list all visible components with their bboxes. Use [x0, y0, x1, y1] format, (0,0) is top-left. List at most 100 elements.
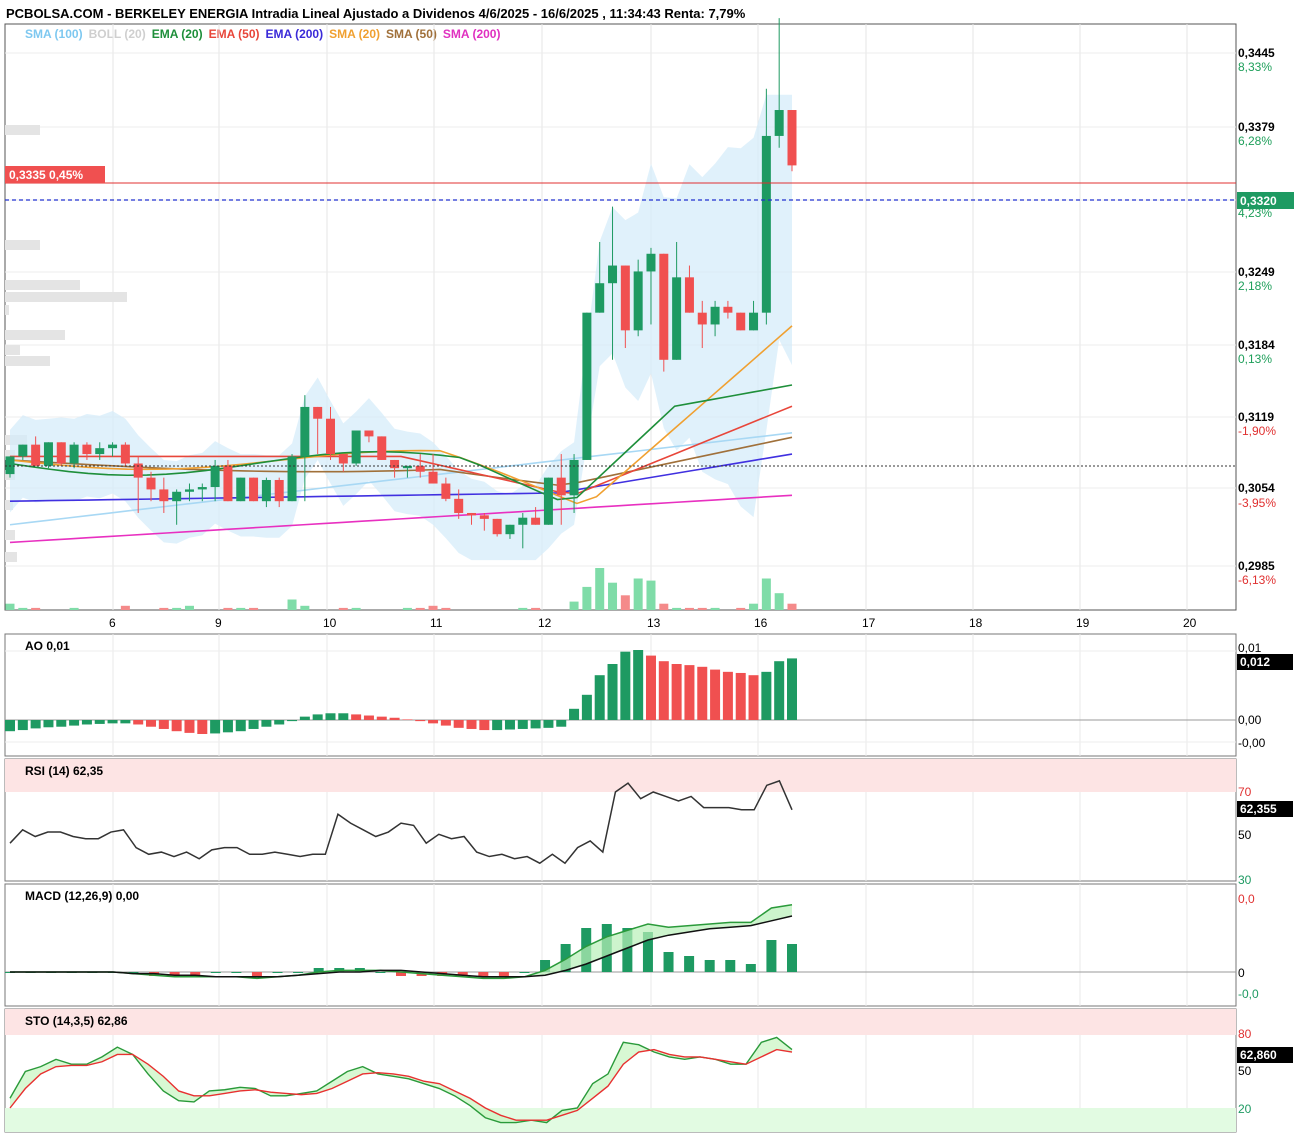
candle-body-60: [774, 110, 784, 136]
macd-hist-23: [478, 972, 489, 976]
candle-body-40: [518, 517, 528, 525]
candle-body-51: [659, 253, 669, 360]
pct-axis-label-4: 0,13%: [1238, 352, 1272, 366]
volume-bar-31: [402, 607, 412, 610]
candle-body-49: [633, 271, 643, 331]
ao-bar-21: [274, 720, 285, 725]
volume-bar-23: [300, 605, 310, 610]
ao-bar-17: [222, 720, 233, 733]
sto-oversold-zone: [5, 1108, 1236, 1132]
ao-bar-5: [69, 720, 80, 726]
volume-bar-49: [633, 578, 643, 610]
volume-bar-47: [608, 582, 618, 610]
macd-hist-12: [251, 972, 262, 976]
macd-label: MACD (12,26,9) 0,00: [25, 889, 140, 903]
candle-body-53: [684, 277, 694, 313]
chart-canvas: 0,3335 0,45%0,33200,34458,33%0,33796,28%…: [4, 18, 1294, 1133]
ao-bar-6: [81, 720, 92, 725]
price-axis-label-1: 0,3379: [1238, 120, 1275, 134]
volume-bar-34: [441, 607, 451, 610]
ao-bar-25: [325, 713, 336, 720]
ao-tick-2: -0,00: [1238, 736, 1266, 750]
ao-bar-1: [17, 720, 28, 731]
ao-bar-50: [645, 655, 656, 720]
macd-hist-38: [787, 944, 797, 972]
volume-bar-60: [774, 593, 784, 610]
x-axis-label-4: 12: [538, 616, 552, 630]
ao-bar-27: [351, 714, 362, 720]
volume-profile-bar-2: [5, 280, 80, 290]
candle-body-11: [146, 477, 156, 490]
candle-body-33: [428, 471, 438, 484]
price-axis-label-5: 0,3119: [1238, 410, 1274, 424]
candle-body-32: [415, 465, 425, 472]
ao-bar-51: [658, 661, 669, 720]
volume-bar-57: [736, 607, 746, 610]
candle-body-59: [761, 135, 771, 313]
ao-tick-1: 0,00: [1238, 713, 1262, 727]
volume-bar-26: [338, 607, 348, 610]
candle-body-41: [531, 517, 541, 525]
ao-tick-0: 0,01: [1238, 641, 1262, 655]
candle-body-21: [274, 479, 284, 502]
pct-axis-label-5: -1,90%: [1238, 424, 1276, 438]
volume-profile-bar-7: [5, 356, 50, 366]
pct-axis-label-0: 8,33%: [1238, 60, 1272, 74]
candle-body-50: [646, 253, 656, 272]
volume-bar-41: [531, 607, 541, 610]
volume-bar-45: [582, 586, 592, 610]
ao-bar-37: [479, 720, 490, 731]
candle-body-12: [159, 489, 169, 502]
volume-bar-18: [236, 607, 246, 610]
macd-hist-34: [704, 960, 715, 972]
macd-hist-14: [293, 972, 304, 973]
ao-tag: 0,012: [1240, 655, 1270, 669]
macd-hist-11: [231, 972, 242, 973]
candle-body-13: [172, 491, 182, 502]
rsi-label: RSI (14) 62,35: [25, 764, 104, 778]
candle-body-24: [313, 406, 323, 419]
volume-bar-0: [5, 603, 15, 610]
x-axis-label-0: 6: [109, 616, 116, 630]
macd-hist-18: [375, 972, 386, 973]
volume-bar-33: [428, 605, 438, 610]
rsi-tick-0: 70: [1238, 785, 1252, 799]
x-axis-label-10: 20: [1183, 616, 1197, 630]
ao-bar-53: [684, 665, 695, 720]
rsi-line: [9, 779, 793, 865]
volume-bar-13: [172, 607, 182, 610]
ao-bar-59: [761, 671, 772, 720]
candle-body-2: [31, 444, 41, 466]
candle-body-19: [249, 477, 259, 502]
volume-bar-52: [672, 607, 682, 610]
volume-bar-19: [249, 607, 259, 610]
ao-bar-29: [376, 716, 387, 720]
x-axis-label-7: 17: [862, 616, 876, 630]
ao-bar-0: [5, 720, 15, 732]
volume-profile-bar-1: [5, 240, 40, 250]
x-axis-label-3: 11: [430, 616, 443, 630]
volume-bar-12: [159, 607, 169, 610]
macd-hist-24: [498, 972, 509, 976]
candle-body-46: [595, 283, 605, 313]
ao-bar-15: [197, 720, 208, 734]
volume-bar-55: [710, 607, 720, 610]
candle-body-34: [441, 483, 451, 499]
sto-overbought-zone: [5, 1009, 1236, 1035]
price-axis-label-0: 0,3445: [1238, 46, 1275, 60]
x-axis-label-6: 16: [754, 616, 768, 630]
ao-bar-43: [556, 720, 567, 727]
candle-body-29: [377, 436, 387, 460]
candle-body-35: [454, 498, 464, 513]
ao-bar-61: [787, 658, 797, 720]
candle-body-15: [197, 487, 207, 490]
ao-bar-33: [428, 720, 439, 724]
ao-bar-31: [402, 719, 413, 720]
ao-bar-23: [299, 716, 310, 720]
candle-body-14: [184, 489, 194, 492]
ao-bar-40: [517, 720, 528, 729]
pct-axis-label-3: 2,18%: [1238, 279, 1272, 293]
candle-body-52: [672, 277, 682, 360]
ao-bar-42: [543, 720, 554, 728]
ao-bar-32: [415, 720, 426, 722]
